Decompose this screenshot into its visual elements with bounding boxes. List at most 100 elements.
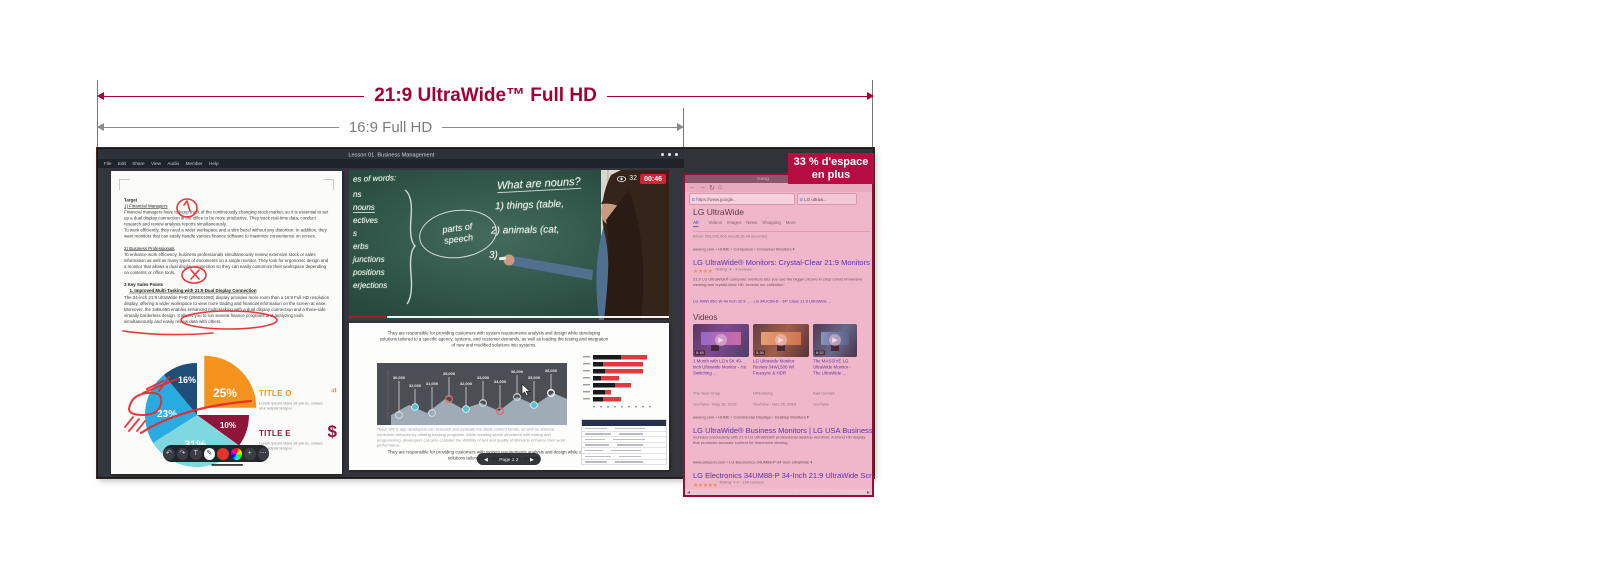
video-progress-fill — [349, 316, 387, 319]
video-channel: The Tech Chap — [693, 391, 749, 396]
more-icon[interactable]: ⋯ — [258, 448, 270, 460]
browser-tab[interactable]: G LG ultraw... — [797, 193, 857, 205]
svg-text:30,000: 30,000 — [393, 375, 406, 380]
video-thumbnail[interactable]: ▶ 8:48 — [693, 324, 749, 357]
undo-icon[interactable]: ↶ — [163, 448, 175, 460]
doc-section1-title: 1) Financial Managers — [124, 204, 168, 209]
rating-stars: ★★★★ — [693, 268, 713, 275]
add-icon[interactable]: + — [244, 448, 256, 460]
page-indicator: Page 1 2 — [499, 456, 518, 461]
scroll-left-icon[interactable]: ◂ — [687, 489, 690, 496]
result-snippet: Increase productivity with 21:9 LG Ultra… — [693, 435, 871, 446]
play-icon[interactable]: ▶ — [715, 334, 727, 346]
doc-section2-p1: To enhance work efficiency, business pro… — [124, 252, 328, 275]
board-list-item: positions — [353, 268, 385, 277]
doc-heading: Target — [124, 198, 137, 203]
menu-member[interactable]: Member — [186, 161, 203, 166]
scroll-right-icon[interactable]: ▸ — [867, 489, 870, 496]
annotation-toolbar[interactable]: ↶ ↷ T ✎ + ⋯ — [163, 445, 269, 462]
refresh-icon[interactable]: ↻ — [709, 184, 715, 192]
arrow-right-icon — [677, 123, 684, 131]
board-list-item: ns — [353, 190, 361, 199]
legend-desc-e: Lorem ipsum dolor sit am et, consec etur… — [259, 441, 328, 451]
color-palette-icon[interactable] — [231, 448, 243, 460]
recording-timer: 00:46 — [640, 174, 666, 184]
window-titlebar[interactable]: Lesson 01. Business Management — [98, 149, 684, 159]
search-query[interactable]: LG UltraWide — [693, 207, 871, 217]
tab-images[interactable]: Images — [727, 220, 741, 225]
redo-icon[interactable]: ↷ — [177, 448, 189, 460]
forward-icon[interactable]: → — [699, 184, 706, 191]
svg-text:35,000: 35,000 — [528, 375, 541, 380]
result-breadcrumb: www.lg.com › HOME › Commercial Displays … — [693, 415, 871, 420]
board-list-item: erbs — [353, 242, 369, 251]
video-duration: 6:52 — [815, 350, 825, 355]
video-card[interactable]: ▶ 5:36 LG Ultrawide Monitor Review 34WL5… — [753, 324, 809, 413]
monitor-screen: Lesson 01. Business Management File Edit S… — [97, 148, 874, 478]
tab-all[interactable]: All — [693, 220, 699, 227]
horizontal-scrollbar[interactable]: ◂ ▸ — [685, 489, 872, 495]
doc-section3-item: 1. Improved Multi-Tasking with 21:9 Dual… — [124, 289, 257, 294]
menu-edit[interactable]: Edit — [118, 161, 126, 166]
menu-view[interactable]: View — [151, 161, 161, 166]
video-meta: YouTube — [813, 402, 857, 407]
video-title[interactable]: LG Ultrawide Monitor Review 34WL500 W/ F… — [753, 358, 809, 376]
tab-shopping[interactable]: Shopping — [762, 220, 781, 225]
pie-label-16: 16% — [178, 375, 196, 385]
report-footnote: *Most SW & app developers can research a… — [377, 427, 567, 449]
video-thumbnail[interactable]: ▶ 6:52 — [813, 324, 857, 357]
browser-tab-label: LG ultraw... — [804, 197, 826, 202]
pen-tool-icon[interactable]: ✎ — [204, 448, 216, 460]
board-header: es of words: — [353, 173, 396, 184]
lesson-video[interactable]: es of words: ns nouns ectives s erbs jun… — [349, 170, 669, 320]
play-icon[interactable]: ▶ — [775, 334, 787, 346]
browser-window[interactable]: Goog ← → ↻ ⌂ G https://www.google.. G LG… — [683, 173, 874, 497]
doc-section3-p1: The 34-inch 21:9 UltraWide FHD (2560X108… — [124, 295, 329, 324]
legend-desc-o: Lorem ipsum dolor sit am et, consec etur… — [259, 401, 331, 411]
video-title[interactable]: 1 Month with LG's 5K 49-inch Ultrawide M… — [693, 358, 749, 376]
fullhd-dimension-line: 16:9 Full HD — [97, 119, 684, 135]
window-controls[interactable] — [661, 153, 678, 156]
address-bar[interactable]: G https://www.google.. — [689, 193, 795, 205]
page-margin-mark — [119, 179, 130, 190]
menu-file[interactable]: File — [104, 161, 111, 166]
prev-page-icon[interactable]: ◀ — [484, 456, 488, 461]
video-thumbnail[interactable]: ▶ 5:36 — [753, 324, 809, 357]
result-link[interactable]: LG UltraWide® Business Monitors | LG USA… — [693, 426, 871, 435]
rating-text: · Rating: 4 · 3 reviews — [713, 267, 773, 272]
report-paragraph-1: They are responsible for providing custo… — [379, 330, 609, 348]
play-icon[interactable]: ▶ — [829, 334, 841, 346]
svg-text:31,000: 31,000 — [426, 381, 439, 386]
video-title[interactable]: The MASSIVE LG UltraWide Monitor - The U… — [813, 358, 857, 376]
pie-label-25: 25% — [213, 386, 237, 400]
tab-videos[interactable]: Videos — [709, 220, 722, 225]
home-icon[interactable]: ⌂ — [718, 184, 722, 191]
next-page-icon[interactable]: ▶ — [530, 456, 534, 461]
page-navigation[interactable]: ◀ Page 1 2 ▶ — [477, 453, 541, 465]
menu-help[interactable]: Help — [209, 161, 219, 166]
result-link[interactable]: LG Electronics 34UM88-P 34-Inch 21:9 Ult… — [693, 471, 871, 480]
window-control-icon[interactable] — [668, 153, 671, 156]
menu-bar: File Edit Share View Audio Member Help — [98, 159, 684, 168]
svg-text:34,000: 34,000 — [494, 379, 507, 384]
window-control-icon[interactable] — [675, 153, 678, 156]
menu-share[interactable]: Share — [132, 161, 144, 166]
result-link[interactable]: LG UltraWide® Monitors: Crystal-Clear 21… — [693, 258, 871, 267]
video-card[interactable]: ▶ 8:48 1 Month with LG's 5K 49-inch Ultr… — [693, 324, 749, 413]
menu-audio[interactable]: Audio — [167, 161, 179, 166]
text-tool-icon[interactable]: T — [190, 448, 202, 460]
window-control-icon[interactable] — [661, 153, 664, 156]
result-sublinks[interactable]: LG 49WL95C-W 49 Inch 32:9 ... · LG 34UC8… — [693, 299, 871, 304]
svg-text:32,000: 32,000 — [409, 383, 422, 388]
report-page[interactable]: They are responsible for providing custo… — [349, 323, 669, 470]
data-table — [581, 419, 667, 465]
tab-news[interactable]: News — [746, 220, 757, 225]
video-progress-bar[interactable] — [349, 316, 669, 319]
video-card[interactable]: ▶ 6:52 The MASSIVE LG UltraWide Monitor … — [813, 324, 857, 413]
document-page[interactable]: Target 1) Financial Managers Financial m… — [111, 171, 342, 474]
ultrawide-dimension-line: 21:9 UltraWide™ Full HD — [97, 88, 874, 104]
back-icon[interactable]: ← — [689, 184, 696, 191]
svg-text:33,000: 33,000 — [477, 375, 490, 380]
color-swatch-icon[interactable] — [217, 448, 229, 460]
tab-more[interactable]: More — [786, 220, 796, 225]
